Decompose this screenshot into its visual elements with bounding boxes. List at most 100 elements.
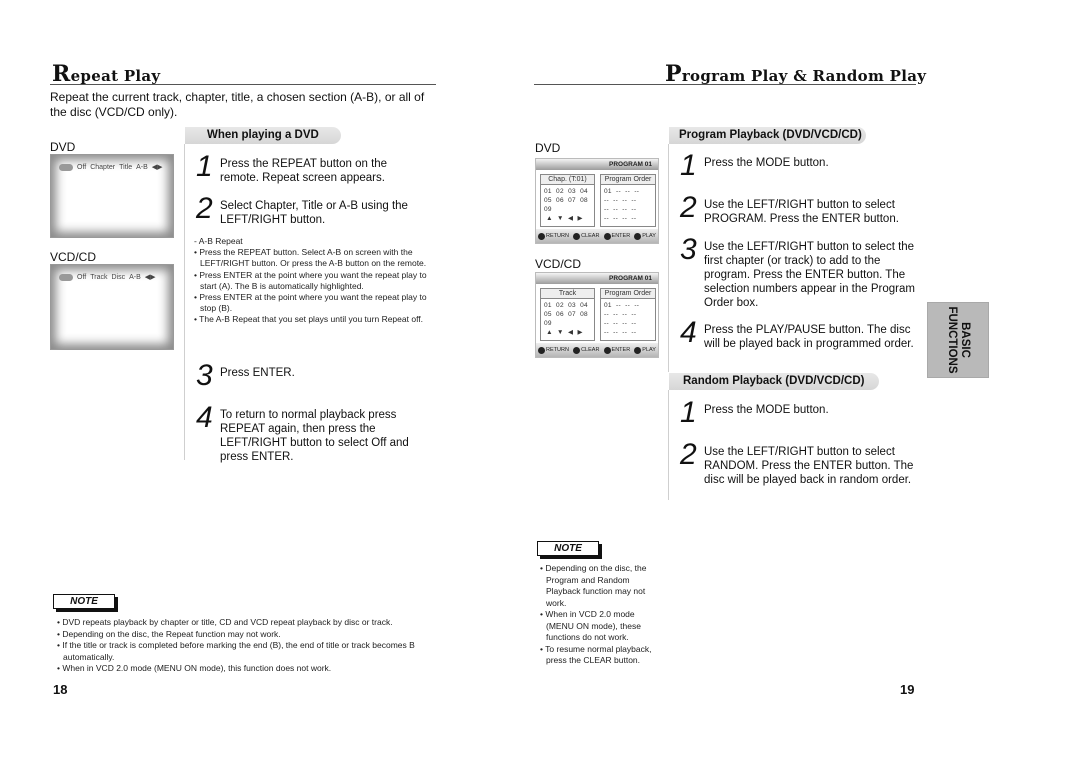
clear-label: CLEAR bbox=[581, 233, 600, 239]
note-item: • Depending on the disc, the Program and… bbox=[540, 563, 647, 608]
section-program-playback: Program Playback (DVD/VCD/CD) bbox=[669, 127, 866, 144]
title-rest: rogram Play & Random Play bbox=[681, 67, 927, 85]
step-text: Use the LEFT/RIGHT button to select RAND… bbox=[704, 446, 914, 486]
bullet-item: • Press the REPEAT button. Select A-B on… bbox=[194, 247, 427, 269]
step-text: Press the MODE button. bbox=[704, 404, 829, 416]
option-title: Title bbox=[119, 163, 133, 171]
track-list-box: Track 01 02 03 04 05 06 07 08 09 ▲ ▼ ◀ ▶ bbox=[540, 288, 595, 341]
program-order-box: Program Order 01 -- -- -- -- -- -- -- --… bbox=[600, 288, 656, 341]
step-text: Press the MODE button. bbox=[704, 157, 829, 169]
title-rest: epeat Play bbox=[70, 67, 161, 85]
step-number: 3 bbox=[196, 359, 213, 392]
dvd-program-screen: PROGRAM 01 Chap. (T:01) 01 02 03 04 05 0… bbox=[535, 158, 659, 244]
note-item: • DVD repeats playback by chapter or tit… bbox=[57, 617, 393, 627]
repeat-step-1: 1 Press the REPEAT button on the remote.… bbox=[196, 150, 436, 185]
chapter-list-header: Chap. (T:01) bbox=[541, 175, 594, 185]
clear-icon bbox=[573, 346, 581, 354]
step-number: 1 bbox=[680, 149, 697, 182]
page-number-left: 18 bbox=[53, 682, 68, 697]
track-list-header: Track bbox=[541, 289, 594, 299]
clear-icon bbox=[573, 232, 581, 240]
note-label: NOTE bbox=[537, 541, 599, 556]
left-right-arrows-icon: ◀▶ bbox=[151, 164, 163, 171]
step-text: Use the LEFT/RIGHT button to select PROG… bbox=[704, 199, 899, 225]
random-step-2: 2 Use the LEFT/RIGHT button to select RA… bbox=[680, 438, 920, 487]
column-divider bbox=[668, 390, 669, 500]
step-text: Press ENTER. bbox=[220, 367, 295, 379]
ab-repeat-heading: - A-B Repeat bbox=[194, 236, 243, 246]
note-item: • When in VCD 2.0 mode (MENU ON mode), t… bbox=[540, 609, 641, 642]
enter-icon bbox=[603, 346, 611, 354]
step-text: Press the REPEAT button on the remote. R… bbox=[220, 158, 388, 184]
bullet-item: • The A-B Repeat that you set plays unti… bbox=[194, 314, 423, 325]
step-number: 4 bbox=[196, 401, 213, 434]
dvd-label: DVD bbox=[535, 141, 561, 155]
note-item: • To resume normal playback, press the C… bbox=[540, 643, 652, 666]
side-tab-label: BASIC FUNCTIONS bbox=[945, 306, 971, 373]
program-order-header: Program Order bbox=[601, 175, 655, 185]
program-notes: • Depending on the disc, the Program and… bbox=[540, 563, 652, 667]
side-tab-line2: FUNCTIONS bbox=[946, 306, 958, 374]
title-rule bbox=[534, 84, 916, 85]
step-text: Select Chapter, Title or A-B using the L… bbox=[220, 200, 408, 226]
step-text: Press the PLAY/PAUSE button. The disc wi… bbox=[704, 324, 914, 350]
play-icon bbox=[634, 346, 642, 354]
left-right-arrows-icon: ◀▶ bbox=[144, 274, 156, 281]
ab-repeat-bullets: - A-B Repeat • Press the REPEAT button. … bbox=[194, 236, 434, 326]
option-ab: A-B bbox=[136, 163, 148, 171]
step-text: Use the LEFT/RIGHT button to select the … bbox=[704, 241, 915, 309]
program-header: PROGRAM 01 bbox=[536, 159, 658, 170]
program-header: PROGRAM 01 bbox=[536, 273, 658, 284]
section-random-playback: Random Playback (DVD/VCD/CD) bbox=[669, 373, 879, 390]
program-step-2: 2 Use the LEFT/RIGHT button to select PR… bbox=[680, 191, 920, 226]
program-order-grid: 01 -- -- -- -- -- -- -- -- -- -- -- -- -… bbox=[604, 188, 640, 222]
section-when-playing-dvd: When playing a DVD bbox=[185, 127, 341, 144]
bullet-item: • Press ENTER at the point where you wan… bbox=[194, 269, 427, 291]
option-track: Track bbox=[90, 273, 108, 281]
vcd-repeat-screen: Off Track Disc A-B ◀▶ bbox=[50, 264, 174, 350]
program-order-header: Program Order bbox=[601, 289, 655, 299]
step-number: 3 bbox=[680, 233, 697, 266]
repeat-options-bar: Off Chapter Title A-B ◀▶ bbox=[59, 163, 163, 171]
enter-icon bbox=[603, 232, 611, 240]
note-label: NOTE bbox=[53, 594, 115, 609]
repeat-step-3: 3 Press ENTER. bbox=[196, 359, 436, 392]
play-label: PLAY bbox=[642, 233, 656, 239]
vcd-program-screen: PROGRAM 01 Track 01 02 03 04 05 06 07 08… bbox=[535, 272, 659, 358]
program-step-4: 4 Press the PLAY/PAUSE button. The disc … bbox=[680, 316, 920, 351]
program-footer: RETURN CLEAR ENTER PLAY bbox=[536, 343, 658, 357]
step-number: 2 bbox=[680, 191, 697, 224]
side-tab-line1: BASIC bbox=[959, 322, 971, 358]
note-item: • If the title or track is completed bef… bbox=[57, 640, 415, 662]
program-step-1: 1 Press the MODE button. bbox=[680, 149, 920, 182]
dvd-label: DVD bbox=[50, 140, 76, 154]
random-step-1: 1 Press the MODE button. bbox=[680, 398, 920, 428]
clear-label: CLEAR bbox=[581, 347, 600, 353]
step-number: 1 bbox=[196, 150, 213, 183]
note-item: • Depending on the disc, the Repeat func… bbox=[57, 628, 281, 639]
program-step-3: 3 Use the LEFT/RIGHT button to select th… bbox=[680, 233, 920, 310]
chapter-list-box: Chap. (T:01) 01 02 03 04 05 06 07 08 09 … bbox=[540, 174, 595, 227]
play-label: PLAY bbox=[642, 347, 656, 353]
basic-functions-tab: BASIC FUNCTIONS bbox=[927, 302, 989, 378]
option-chapter: Chapter bbox=[90, 163, 116, 171]
option-ab: A-B bbox=[129, 273, 141, 281]
step-number: 2 bbox=[196, 192, 213, 225]
repeat-notes: • DVD repeats playback by chapter or tit… bbox=[57, 617, 457, 675]
return-icon bbox=[538, 346, 546, 354]
option-off: Off bbox=[77, 163, 87, 171]
return-icon bbox=[538, 232, 546, 240]
program-footer: RETURN CLEAR ENTER PLAY bbox=[536, 229, 658, 243]
dvd-repeat-screen: Off Chapter Title A-B ◀▶ bbox=[50, 154, 174, 238]
column-divider bbox=[668, 144, 669, 372]
step-number: 4 bbox=[680, 316, 697, 349]
page-number-right: 19 bbox=[900, 682, 915, 697]
title-rule bbox=[50, 84, 436, 85]
vcd-label: VCD/CD bbox=[50, 250, 97, 264]
option-disc: Disc bbox=[111, 273, 126, 281]
repeat-step-4: 4 To return to normal playback press REP… bbox=[196, 401, 436, 464]
return-label: RETURN bbox=[546, 233, 569, 239]
program-order-box: Program Order 01 -- -- -- -- -- -- -- --… bbox=[600, 174, 656, 227]
enter-label: ENTER bbox=[611, 233, 631, 239]
step-number: 2 bbox=[680, 438, 697, 471]
